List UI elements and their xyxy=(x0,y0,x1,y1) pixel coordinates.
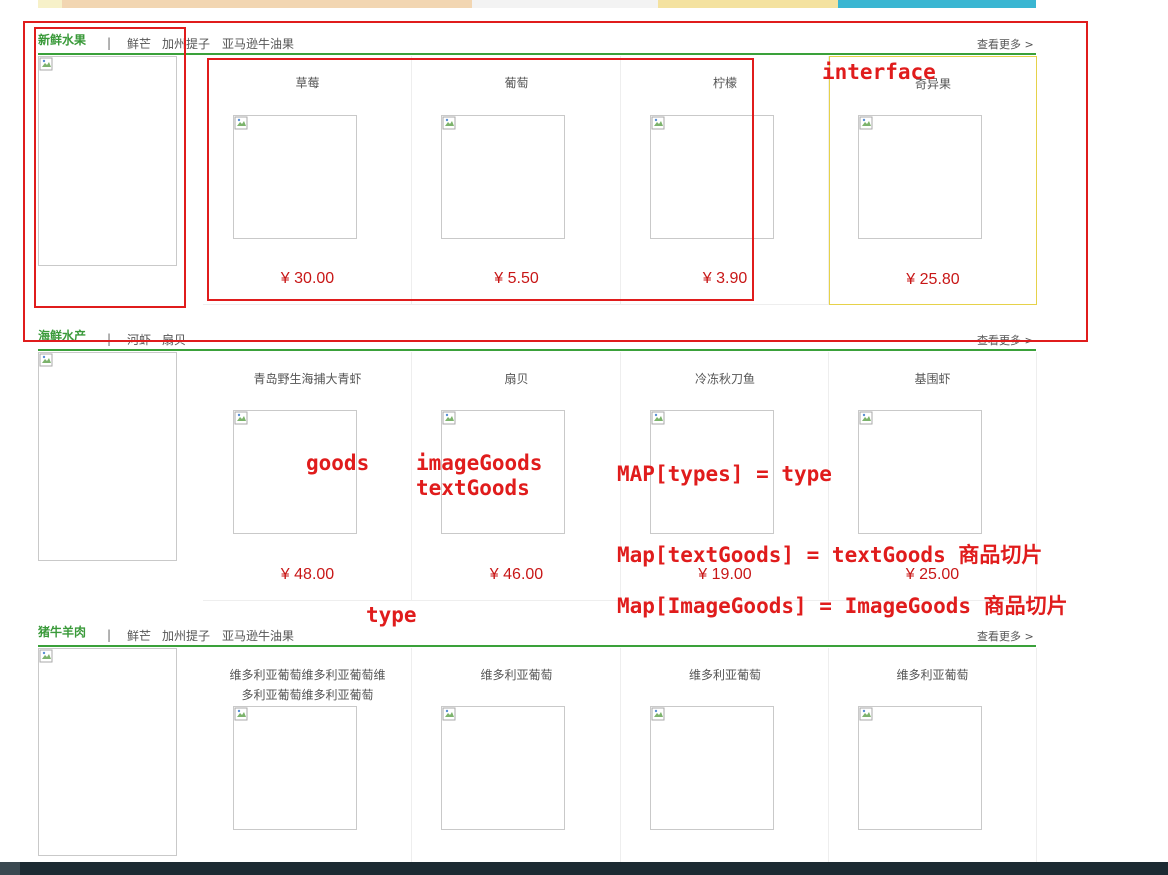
section-divider xyxy=(38,645,1036,647)
broken-image-icon xyxy=(234,411,248,425)
footer-left-block xyxy=(0,862,20,875)
goods-image[interactable] xyxy=(441,706,565,830)
subcategory-link[interactable]: 亚马逊牛油果 xyxy=(222,627,294,644)
top-banner-strip xyxy=(38,0,1036,8)
broken-image-icon xyxy=(859,411,873,425)
goods-price: ¥ 46.00 xyxy=(489,566,544,583)
goods-image[interactable] xyxy=(650,706,774,830)
broken-image-icon xyxy=(39,649,53,663)
broken-image-icon xyxy=(859,707,873,721)
goods-name-line: 多利亚葡萄维多利亚葡萄 xyxy=(241,688,374,702)
view-more-link[interactable]: 查看更多 > xyxy=(977,628,1034,644)
title-separator: | xyxy=(107,628,112,642)
broken-image-icon xyxy=(442,707,456,721)
goods-name: 基围虾 xyxy=(914,372,951,386)
goods-card[interactable]: 维多利亚葡萄 xyxy=(621,648,829,862)
broken-image-icon xyxy=(651,411,665,425)
goods-name: 维多利亚葡萄 xyxy=(480,668,553,682)
annotation-label-textgoods: textGoods xyxy=(416,476,530,500)
section-divider xyxy=(38,349,1036,351)
broken-image-icon xyxy=(442,411,456,425)
goods-name-line: 维多利亚葡萄维多利亚葡萄维 xyxy=(229,668,386,682)
goods-name: 维多利亚葡萄 xyxy=(896,668,969,682)
annotation-map-imagegoods: Map[ImageGoods] = ImageGoods 商品切片 xyxy=(617,594,1068,618)
section-title[interactable]: 猪牛羊肉 xyxy=(38,623,86,640)
annotation-label-imagegoods: imageGoods xyxy=(416,451,543,475)
goods-card[interactable]: 维多利亚葡萄 xyxy=(829,648,1037,862)
annotation-map-types: MAP[types] = type xyxy=(617,462,832,486)
goods-name: 扇贝 xyxy=(504,372,529,386)
annotation-box-goods xyxy=(207,58,754,301)
annotation-box-type xyxy=(34,27,186,308)
goods-card[interactable]: 维多利亚葡萄 xyxy=(412,648,621,862)
goods-image[interactable] xyxy=(233,706,357,830)
subcategory-link[interactable]: 加州提子 xyxy=(162,627,210,644)
goods-price: ¥ 48.00 xyxy=(280,566,335,583)
broken-image-icon xyxy=(651,707,665,721)
goods-name: 青岛野生海捕大青虾 xyxy=(253,372,362,386)
annotation-label-type: type xyxy=(366,603,417,627)
subcategory-link[interactable]: 鲜芒 xyxy=(127,627,151,644)
goods-image[interactable] xyxy=(858,706,982,830)
section-banner-image[interactable] xyxy=(38,648,177,856)
goods-name: 维多利亚葡萄 xyxy=(688,668,761,682)
broken-image-icon xyxy=(39,353,53,367)
broken-image-icon xyxy=(234,707,248,721)
goods-card[interactable]: 青岛野生海捕大青虾 ¥ 48.00 xyxy=(203,352,412,600)
annotation-label-goods: goods xyxy=(306,451,370,475)
annotation-map-textgoods: Map[textGoods] = textGoods 商品切片 xyxy=(617,543,1043,567)
section-banner-image[interactable] xyxy=(38,352,177,561)
goods-card[interactable]: 维多利亚葡萄维多利亚葡萄维 多利亚葡萄维多利亚葡萄 xyxy=(203,648,412,862)
annotation-label-interface: interface xyxy=(822,60,936,84)
goods-image[interactable] xyxy=(858,410,982,534)
footer-bar xyxy=(0,862,1168,875)
goods-name: 冷冻秋刀鱼 xyxy=(694,372,755,386)
